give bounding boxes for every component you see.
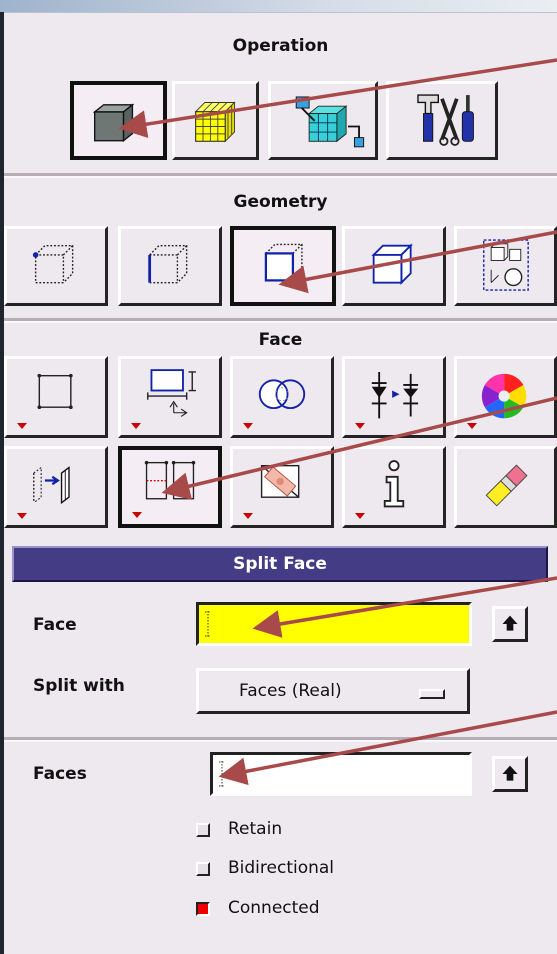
face-title: Face bbox=[258, 330, 303, 350]
dropdown-indicator-icon bbox=[243, 513, 253, 519]
connect-faces-button[interactable] bbox=[4, 446, 108, 528]
edge-button[interactable] bbox=[118, 226, 222, 306]
gambit-toolpad: Operation Geometry Face Split Face Face … bbox=[0, 0, 557, 954]
create-face-button[interactable] bbox=[4, 356, 108, 438]
delete-face-button[interactable] bbox=[230, 446, 334, 528]
zones-icon bbox=[295, 96, 365, 148]
tools-operation-button[interactable] bbox=[386, 81, 498, 160]
up-arrow-icon bbox=[502, 615, 518, 631]
mesh-operation-button[interactable] bbox=[172, 81, 259, 160]
info-face-button[interactable] bbox=[342, 446, 446, 528]
face-icon bbox=[264, 243, 303, 282]
dropdown-indicator-icon bbox=[132, 512, 142, 518]
face-select-button[interactable] bbox=[492, 606, 528, 642]
zones-operation-button[interactable] bbox=[268, 81, 378, 160]
eraser-icon bbox=[485, 464, 528, 507]
dropdown-indicator-icon bbox=[355, 513, 365, 519]
split-with-value: Faces (Real) bbox=[239, 681, 342, 701]
volume-icon bbox=[371, 243, 413, 285]
vertex-icon bbox=[32, 244, 74, 284]
edge-icon bbox=[148, 244, 188, 284]
group-icon bbox=[483, 239, 529, 291]
split-with-label: Split with bbox=[33, 676, 125, 696]
option-menu-indicator-icon bbox=[419, 689, 445, 699]
window-top-edge bbox=[0, 0, 557, 13]
connected-label: Connected bbox=[228, 898, 320, 918]
bidirectional-label: Bidirectional bbox=[228, 858, 335, 878]
geometry-operation-button[interactable] bbox=[70, 81, 167, 160]
mesh-cube-icon bbox=[194, 101, 236, 143]
retain-checkbox[interactable] bbox=[196, 823, 210, 837]
face-input[interactable] bbox=[196, 602, 472, 646]
operation-title: Operation bbox=[232, 36, 329, 56]
dropdown-indicator-icon bbox=[17, 423, 27, 429]
erase-face-button[interactable] bbox=[454, 446, 557, 528]
face-button[interactable] bbox=[230, 226, 336, 306]
faces-label: Faces bbox=[33, 764, 87, 784]
dropdown-indicator-icon bbox=[243, 423, 253, 429]
move-face-button[interactable] bbox=[118, 356, 222, 438]
tools-icon bbox=[417, 94, 474, 146]
text-cursor-icon bbox=[205, 611, 211, 637]
connected-checkbox[interactable] bbox=[196, 902, 210, 916]
geometry-cube-icon bbox=[92, 103, 135, 143]
merge-faces-button[interactable] bbox=[342, 356, 446, 438]
up-arrow-icon bbox=[502, 765, 518, 781]
faces-input[interactable] bbox=[210, 752, 472, 796]
dropdown-indicator-icon bbox=[355, 423, 365, 429]
faces-select-button[interactable] bbox=[492, 756, 528, 792]
split-with-dropdown[interactable]: Faces (Real) bbox=[196, 668, 470, 714]
retain-label: Retain bbox=[228, 819, 283, 839]
text-cursor-icon bbox=[219, 761, 225, 787]
volume-button[interactable] bbox=[342, 226, 446, 306]
separator bbox=[4, 737, 557, 742]
bidirectional-checkbox[interactable] bbox=[196, 862, 210, 876]
face-label: Face bbox=[33, 615, 77, 635]
separator bbox=[4, 173, 557, 178]
geometry-title: Geometry bbox=[233, 192, 328, 212]
dropdown-indicator-icon bbox=[467, 423, 477, 429]
dropdown-indicator-icon bbox=[17, 513, 27, 519]
color-face-button[interactable] bbox=[454, 356, 557, 438]
panel-title: Split Face bbox=[12, 546, 548, 582]
split-face-button[interactable] bbox=[118, 446, 222, 528]
separator bbox=[4, 318, 557, 323]
boolean-face-button[interactable] bbox=[230, 356, 334, 438]
vertex-button[interactable] bbox=[4, 226, 108, 306]
group-button[interactable] bbox=[454, 226, 557, 306]
dropdown-indicator-icon bbox=[131, 423, 141, 429]
